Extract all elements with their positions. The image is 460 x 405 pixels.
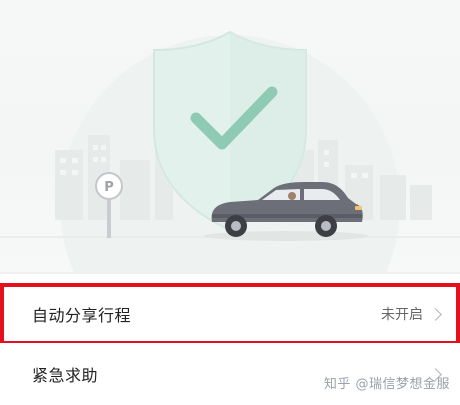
section-divider <box>0 272 460 274</box>
safety-hero-illustration: P <box>0 0 460 272</box>
auto-share-trip-status-group: 未开启 <box>381 304 442 324</box>
auto-share-trip-label: 自动分享行程 <box>32 306 132 325</box>
auto-share-trip-row[interactable]: 自动分享行程 未开启 <box>0 283 460 345</box>
svg-text:P: P <box>104 180 114 195</box>
emergency-help-label: 紧急求助 <box>32 366 99 385</box>
auto-share-trip-status: 未开启 <box>381 307 423 323</box>
hero-scene: P <box>0 30 460 272</box>
chevron-right-icon <box>429 307 442 321</box>
watermark-text: 知乎 @瑞信梦想金服 <box>323 377 450 392</box>
